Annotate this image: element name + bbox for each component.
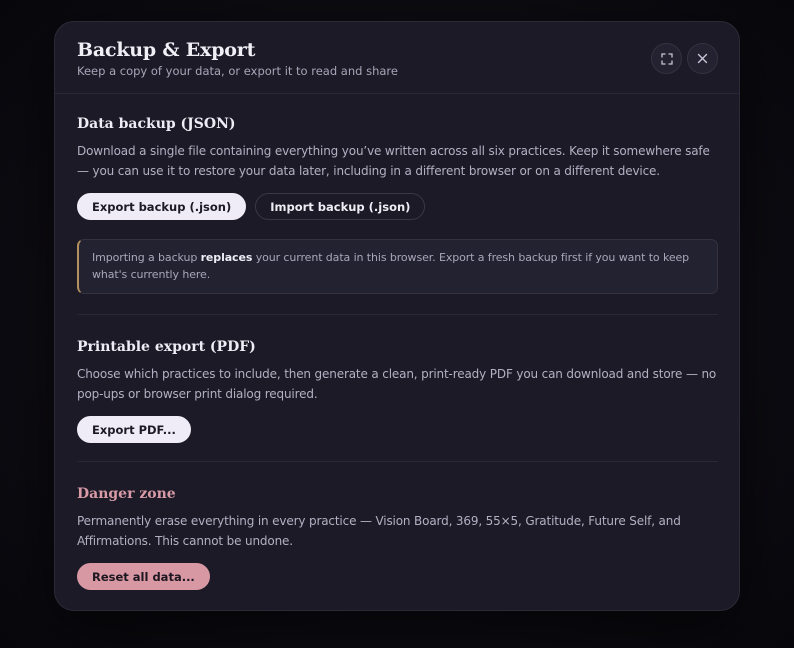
notice-emphasis: replaces [200, 251, 253, 264]
divider [77, 314, 718, 315]
backup-export-modal: Backup & Export Keep a copy of your data… [54, 21, 740, 611]
danger-section: Danger zone Permanently erase everything… [77, 486, 718, 590]
import-backup-button[interactable]: Import backup (.json) [255, 193, 426, 220]
backup-description: Download a single file containing everyt… [77, 144, 710, 178]
backup-title: Data backup (JSON) [77, 116, 236, 132]
danger-description: Permanently erase everything in every pr… [77, 514, 681, 548]
close-icon [697, 53, 708, 64]
danger-buttons: Reset all data... [77, 563, 718, 590]
pdf-description: Choose which practices to include, then … [77, 367, 717, 401]
export-backup-button[interactable]: Export backup (.json) [77, 193, 247, 220]
expand-button[interactable] [651, 43, 682, 74]
export-pdf-button[interactable]: Export PDF... [77, 416, 191, 443]
expand-icon [660, 52, 673, 65]
pdf-buttons: Export PDF... [77, 416, 718, 443]
modal-subtitle: Keep a copy of your data, or export it t… [77, 64, 398, 78]
notice-prefix: Importing a backup [92, 251, 201, 264]
backup-section: Data backup (JSON) Download a single fil… [77, 116, 718, 294]
backup-buttons: Export backup (.json) Import backup (.js… [77, 193, 718, 220]
divider [77, 461, 718, 462]
pdf-section: Printable export (PDF) Choose which prac… [77, 339, 718, 443]
danger-title: Danger zone [77, 486, 176, 502]
modal-title: Backup & Export [77, 39, 256, 61]
import-warning-notice: Importing a backup replaces your current… [77, 239, 718, 294]
modal-header: Backup & Export Keep a copy of your data… [55, 22, 739, 94]
reset-data-button[interactable]: Reset all data... [77, 563, 210, 590]
pdf-title: Printable export (PDF) [77, 339, 256, 355]
close-button[interactable] [687, 43, 718, 74]
